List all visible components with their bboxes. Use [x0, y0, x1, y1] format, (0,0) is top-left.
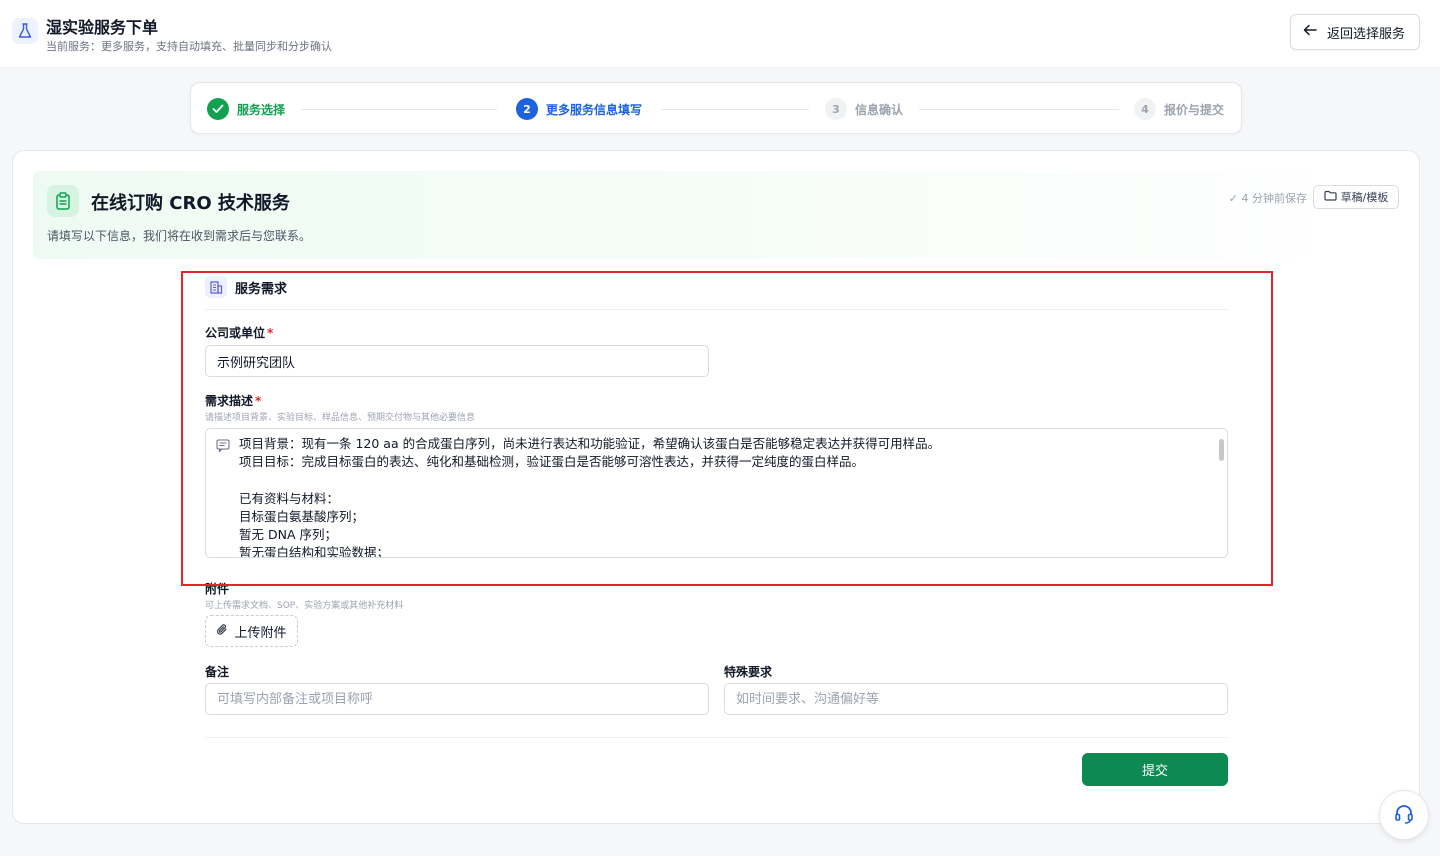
top-bar: 湿实验服务下单 当前服务：更多服务，支持自动填充、批量同步和分步确认 返回选择服…	[0, 0, 1440, 68]
step-label: 更多服务信息填写	[546, 102, 643, 117]
remark-input[interactable]	[205, 683, 709, 715]
upload-label: 上传附件	[234, 625, 287, 641]
description-label: 需求描述 *	[205, 392, 261, 409]
clipboard-icon	[47, 185, 79, 217]
step-connector	[301, 109, 497, 110]
step-connector	[661, 109, 809, 110]
check-icon	[207, 98, 229, 120]
flask-icon	[12, 18, 38, 44]
step-number: 2	[516, 98, 538, 120]
step-label: 信息确认	[855, 102, 904, 117]
step-number: 4	[1134, 98, 1156, 120]
section-title: 服务需求	[235, 281, 288, 297]
step-label: 服务选择	[237, 102, 286, 117]
submit-button[interactable]: 提交	[1082, 753, 1228, 786]
form-description: 请填写以下信息，我们将在收到需求后与您联系。	[47, 229, 312, 243]
back-button-label: 返回选择服务	[1327, 26, 1406, 42]
page-subtitle: 当前服务：更多服务，支持自动填充、批量同步和分步确认	[46, 40, 332, 53]
form-banner: 在线订购 CRO 技术服务 请填写以下信息，我们将在收到需求后与您联系。 ✓ 4…	[33, 171, 1403, 259]
required-mark: *	[255, 394, 262, 408]
section-divider	[205, 309, 1228, 310]
step-number: 3	[825, 98, 847, 120]
arrow-left-icon	[1303, 24, 1317, 40]
step-connector	[919, 109, 1119, 110]
service-requirements-header: 服务需求	[205, 276, 287, 298]
progress-steps: 服务选择 2 更多服务信息填写 3 信息确认 4 报价与提交	[190, 82, 1242, 134]
special-requirements-input[interactable]	[724, 683, 1228, 715]
description-textarea[interactable]: 项目背景：现有一条 120 aa 的合成蛋白序列，尚未进行表达和功能验证，希望确…	[205, 428, 1228, 558]
building-icon	[205, 276, 227, 298]
folder-icon	[1324, 190, 1337, 204]
special-requirements-label: 特殊要求	[724, 665, 773, 679]
step-quote-submit[interactable]: 4 报价与提交	[1134, 98, 1224, 120]
description-label-text: 需求描述	[205, 394, 254, 408]
description-hint: 请描述项目背景、实验目标、样品信息、预期交付物与其他必要信息	[205, 413, 476, 423]
required-mark: *	[267, 326, 274, 340]
autosave-status: ✓ 4 分钟前保存	[1228, 192, 1307, 205]
page-title: 湿实验服务下单	[46, 18, 159, 37]
attachment-label: 附件	[205, 582, 230, 596]
step-info-confirm[interactable]: 3 信息确认	[825, 98, 903, 120]
paperclip-icon	[216, 623, 228, 640]
attachment-hint: 可上传需求文档、SOP、实验方案或其他补充材料	[205, 601, 404, 611]
company-input[interactable]	[205, 345, 709, 377]
form-title: 在线订购 CRO 技术服务	[91, 193, 290, 214]
draft-label: 草稿/模板	[1340, 191, 1389, 204]
step-more-service-info[interactable]: 2 更多服务信息填写	[516, 98, 642, 120]
remark-label: 备注	[205, 665, 230, 679]
company-label-text: 公司或单位	[205, 326, 266, 340]
step-label: 报价与提交	[1164, 102, 1225, 117]
textarea-scrollbar[interactable]	[1217, 431, 1225, 555]
upload-attachment-button[interactable]: 上传附件	[205, 615, 298, 647]
step-service-select[interactable]: 服务选择	[207, 98, 285, 120]
customer-support-button[interactable]	[1379, 790, 1429, 840]
form-footer-divider	[205, 737, 1228, 738]
description-text: 项目背景：现有一条 120 aa 的合成蛋白序列，尚未进行表达和功能验证，希望确…	[239, 436, 941, 558]
company-label: 公司或单位 *	[205, 324, 273, 341]
back-to-select-service-button[interactable]: 返回选择服务	[1290, 14, 1420, 50]
scrollbar-thumb[interactable]	[1219, 439, 1224, 461]
draft-template-button[interactable]: 草稿/模板	[1313, 185, 1399, 209]
headset-icon	[1393, 803, 1415, 828]
message-icon	[216, 439, 230, 455]
